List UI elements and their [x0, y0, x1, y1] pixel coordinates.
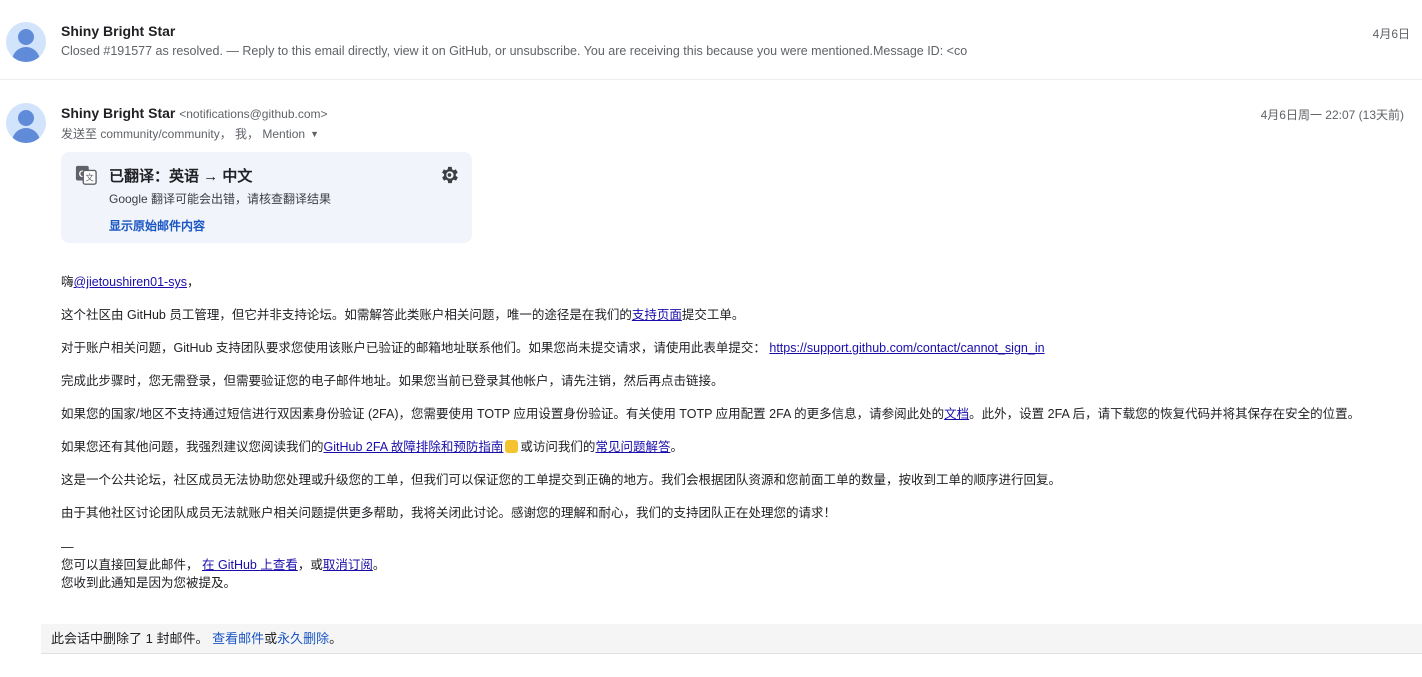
- deleted-notice-or: 或: [264, 631, 278, 646]
- p1-tail: 提交工单。: [681, 308, 745, 322]
- translate-icon: G 文: [75, 165, 97, 185]
- footer-line-2: 您收到此通知是因为您被提及。: [61, 576, 237, 590]
- p2-text: 对于账户相关问题，GitHub 支持团队要求您使用该账户已验证的邮箱地址联系他们…: [61, 341, 766, 355]
- view-on-github-link[interactable]: 在 GitHub 上查看: [202, 558, 298, 572]
- greeting: 嗨@jietoushiren01-sys，: [61, 274, 1416, 290]
- translation-banner: G 文 已翻译：英语 → 中文 Google 翻译可能会出错，请核查翻译结果 显…: [61, 152, 472, 243]
- footer-line-1: 您可以直接回复此邮件， 在 GitHub 上查看，或取消订阅。: [61, 556, 1416, 574]
- deleted-notice-tail: 。: [329, 631, 343, 646]
- sender-email: <notifications@github.com>: [179, 107, 328, 121]
- paragraph-6: 这是一个公共论坛，社区成员无法协助您处理或升级您的工单，但我们可以保证您的工单提…: [61, 473, 1062, 487]
- message-body: 嗨@jietoushiren01-sys， 这个社区由 GitHub 员工管理，…: [61, 274, 1416, 592]
- p1-text: 这个社区由 GitHub 员工管理，但它并非支持论坛。如需解答此类账户相关问题，…: [61, 308, 632, 322]
- message-snippet: Closed #191577 as resolved. — Reply to t…: [61, 44, 968, 58]
- paragraph-3: 完成此步骤时，您无需登录，但需要验证您的电子邮件地址。如果您当前已登录其他帐户，…: [61, 374, 724, 388]
- paragraph-7: 由于其他社区讨论团队成员无法就账户相关问题提供更多帮助，我将关闭此讨论。感谢您的…: [61, 506, 837, 520]
- sender-line: Shiny Bright Star <notifications@github.…: [61, 105, 328, 121]
- svg-text:文: 文: [86, 173, 94, 183]
- p5-tail: 。: [670, 440, 683, 454]
- faq-link[interactable]: 常见问题解答: [595, 440, 670, 454]
- footer-mid: ，或: [297, 558, 323, 572]
- show-original-link[interactable]: 显示原始邮件内容: [109, 217, 205, 234]
- email-footer: — 您可以直接回复此邮件， 在 GitHub 上查看，或取消订阅。 您收到此通知…: [61, 538, 1416, 592]
- paragraph-2: 对于账户相关问题，GitHub 支持团队要求您使用该账户已验证的邮箱地址联系他们…: [61, 340, 1416, 356]
- gear-icon[interactable]: [438, 164, 460, 186]
- paragraph-1: 这个社区由 GitHub 员工管理，但它并非支持论坛。如需解答此类账户相关问题，…: [61, 307, 1416, 323]
- greeting-text: 嗨: [61, 275, 74, 289]
- footer-dash: —: [61, 540, 74, 554]
- deleted-notice-text: 此会话中删除了 1 封邮件。: [51, 631, 209, 646]
- lock-emoji-icon: [505, 440, 519, 453]
- permanently-delete-link[interactable]: 永久删除: [277, 631, 329, 646]
- footer-text: 您可以直接回复此邮件，: [61, 558, 199, 572]
- view-deleted-link[interactable]: 查看邮件: [212, 631, 264, 646]
- sender-name: Shiny Bright Star: [61, 23, 176, 39]
- unsubscribe-link[interactable]: 取消订阅: [323, 558, 373, 572]
- footer-tail: 。: [372, 558, 386, 572]
- paragraph-5: 如果您还有其他问题，我强烈建议您阅读我们的GitHub 2FA 故障排除和预防指…: [61, 439, 1416, 455]
- cannot-sign-in-link[interactable]: https://support.github.com/contact/canno…: [769, 341, 1044, 355]
- p4-text: 如果您的国家/地区不支持通过短信进行双因素身份验证 (2FA)，您需要使用 TO…: [61, 407, 945, 421]
- support-page-link[interactable]: 支持页面: [632, 308, 682, 322]
- collapsed-message[interactable]: Shiny Bright Star Closed #191577 as reso…: [0, 0, 1422, 80]
- sender-name: Shiny Bright Star: [61, 105, 176, 121]
- deleted-messages-notice: 此会话中删除了 1 封邮件。 查看邮件或永久删除。: [41, 624, 1422, 654]
- mention-link[interactable]: @jietoushiren01-sys: [74, 275, 187, 289]
- recipients-line[interactable]: 发送至 community/community， 我， Mention ▼: [61, 125, 319, 142]
- 2fa-guide-link[interactable]: GitHub 2FA 故障排除和预防指南: [324, 440, 504, 454]
- sender-avatar: [6, 22, 46, 62]
- p5-text: 如果您还有其他问题，我强烈建议您阅读我们的: [61, 440, 324, 454]
- sender-avatar: [6, 103, 46, 143]
- message-date: 4月6日周一 22:07 (13天前): [1260, 108, 1404, 122]
- p4-tail: 。此外，设置 2FA 后，请下载您的恢复代码并将其保存在安全的位置。: [969, 407, 1361, 421]
- p5-mid: 或访问我们的: [520, 440, 596, 454]
- paragraph-4: 如果您的国家/地区不支持通过短信进行双因素身份验证 (2FA)，您需要使用 TO…: [61, 406, 1416, 422]
- message-date: 4月6日: [1372, 27, 1410, 41]
- recipients-text: 发送至 community/community， 我， Mention: [61, 127, 306, 141]
- translation-title: 已翻译：英语 → 中文: [109, 168, 253, 185]
- docs-link[interactable]: 文档: [944, 407, 969, 421]
- translation-warning: Google 翻译可能会出错，请核查翻译结果: [109, 192, 332, 206]
- greeting-suffix: ，: [186, 275, 200, 289]
- chevron-down-icon[interactable]: ▼: [310, 129, 319, 139]
